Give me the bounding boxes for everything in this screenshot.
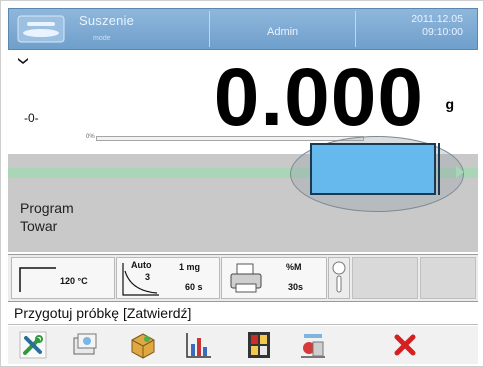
empty-slot: [352, 257, 418, 299]
status-header: Suszenie mode Admin 2011.12.05 09:10:00: [8, 8, 478, 50]
temperature-profile-cell[interactable]: 120 °C: [11, 257, 115, 299]
percent-label: %M: [286, 262, 302, 272]
printout-cell[interactable]: %M 30s: [221, 257, 327, 299]
stability-icon: [18, 58, 28, 64]
tools-icon[interactable]: [18, 330, 48, 360]
display-modes-icon[interactable]: [244, 330, 274, 360]
bottom-toolbar: [8, 326, 478, 364]
target-range: [310, 143, 436, 195]
percent-interval: 30s: [288, 282, 304, 292]
header-divider: [355, 11, 356, 47]
thermometer-icon: [332, 261, 346, 293]
bar-arrow-icon: [456, 166, 464, 178]
zero-indicator: -0-: [24, 111, 39, 125]
program-label: Program: [20, 200, 74, 216]
prompt-text: Przygotuj próbkę [Zatwierdź]: [14, 305, 192, 321]
close-icon[interactable]: [390, 330, 420, 360]
interval-value: 60 s: [185, 282, 203, 292]
chart-icon[interactable]: [184, 330, 214, 360]
time-text: 09:10:00: [422, 26, 463, 38]
product-icon[interactable]: [128, 330, 158, 360]
header-divider: [209, 11, 210, 47]
mode-subtitle: mode: [93, 35, 111, 42]
datetime: 2011.12.05 09:10:00: [411, 13, 463, 39]
mode-title: Suszenie: [79, 13, 135, 28]
user-name[interactable]: Admin: [267, 26, 298, 38]
empty-slot: [420, 257, 476, 299]
progress-label: 0%: [86, 134, 95, 140]
target-limit-line: [438, 143, 440, 195]
prompt-bar: Przygotuj próbkę [Zatwierdź]: [8, 302, 478, 325]
date-text: 2011.12.05: [411, 13, 463, 25]
temperature-value: 120 °C: [60, 276, 88, 286]
product-label: Towar: [20, 218, 58, 234]
auto-value: 3: [145, 272, 151, 282]
progress-bar: [96, 136, 364, 141]
printer-icon: [230, 263, 262, 293]
database-icon[interactable]: [70, 330, 100, 360]
temperature-profile-icon: [19, 267, 56, 292]
weight-value: 0.000: [213, 52, 424, 143]
weight-unit: g: [445, 96, 454, 112]
timer-cell[interactable]: [328, 257, 350, 299]
drying-mode-icon[interactable]: [15, 13, 67, 45]
parameter-strip: 120 °C Auto 3 1 mg 60 s %M 30s: [8, 254, 478, 302]
resolution-value: 1 mg: [179, 262, 201, 272]
scale-settings-icon[interactable]: [298, 330, 328, 360]
auto-label: Auto: [131, 260, 152, 270]
auto-mode-cell[interactable]: Auto 3 1 mg 60 s: [116, 257, 220, 299]
